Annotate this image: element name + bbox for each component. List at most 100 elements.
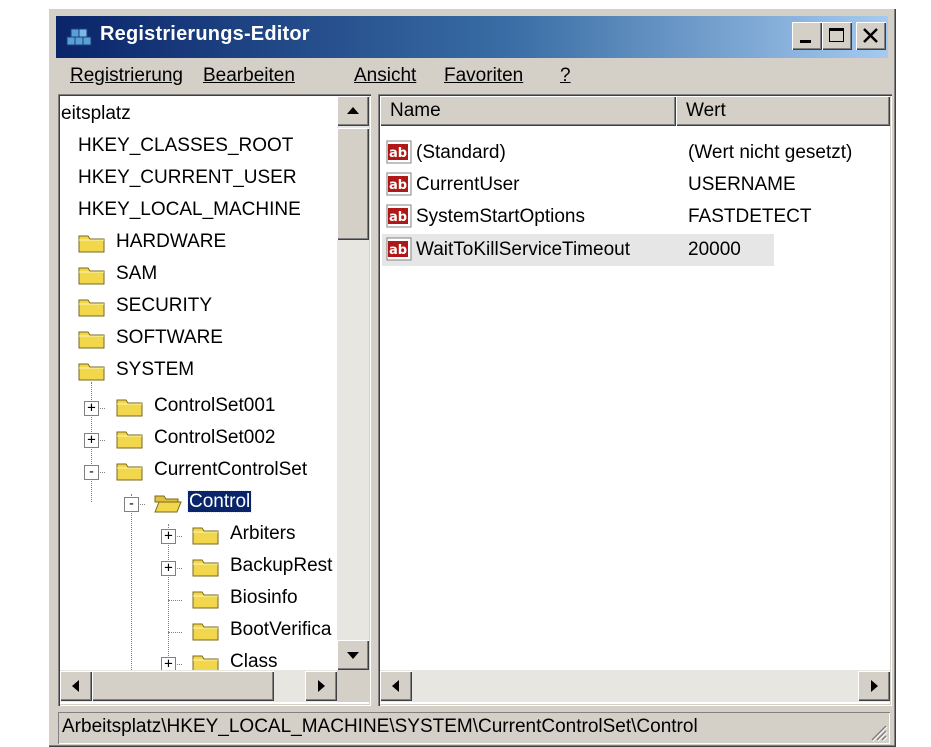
scroll-down-button[interactable] xyxy=(337,640,369,670)
menu-ansicht[interactable]: Ansicht xyxy=(354,65,416,87)
tree-item-arbeitsplatz[interactable]: eitsplatz xyxy=(61,102,131,126)
tree-guide-line xyxy=(168,632,182,633)
expand-toggle[interactable]: + xyxy=(84,400,99,416)
menu-registrierung[interactable]: Registrierung xyxy=(70,65,183,87)
collapse-toggle[interactable]: - xyxy=(84,464,99,480)
arrow-left-icon xyxy=(72,680,79,692)
list-row[interactable]: ab CurrentUser USERNAME xyxy=(382,170,888,200)
scroll-up-button[interactable] xyxy=(337,96,369,126)
svg-text:ab: ab xyxy=(389,210,407,225)
tree-item-backuprestore[interactable]: BackupRest xyxy=(230,554,332,578)
value-name: CurrentUser xyxy=(416,174,520,195)
maximize-button[interactable] xyxy=(822,22,852,50)
title-bar[interactable]: Registrierungs-Editor xyxy=(56,16,888,58)
tree-item-biosinfo[interactable]: Biosinfo xyxy=(230,586,298,610)
close-button[interactable] xyxy=(856,22,886,50)
tree-item-hkey-current-user[interactable]: HKEY_CURRENT_USER xyxy=(78,166,297,190)
list-row[interactable]: ab (Standard) (Wert nicht gesetzt) xyxy=(382,138,888,168)
svg-text:ab: ab xyxy=(389,178,407,193)
value-data: USERNAME xyxy=(688,174,796,195)
tree-vertical-scrollbar[interactable] xyxy=(337,96,369,670)
tree-item-security[interactable]: SECURITY xyxy=(116,294,212,318)
close-icon xyxy=(863,28,878,43)
tree-horizontal-scrollbar[interactable] xyxy=(60,670,337,702)
scroll-left-button[interactable] xyxy=(60,671,92,701)
tree-guide-line xyxy=(168,600,182,601)
plus-icon: + xyxy=(164,528,173,544)
list-row-highlighted[interactable]: ab WaitToKillServiceTimeout 20000 xyxy=(382,234,774,266)
folder-icon xyxy=(78,299,105,317)
scroll-right-button[interactable] xyxy=(858,671,890,701)
column-header-name[interactable]: Name xyxy=(380,96,676,126)
expand-toggle[interactable]: + xyxy=(84,432,99,448)
value-name: WaitToKillServiceTimeout xyxy=(416,239,630,260)
tree-item-hardware[interactable]: HARDWARE xyxy=(116,230,226,254)
list-row[interactable]: ab SystemStartOptions FASTDETECT xyxy=(382,202,888,232)
open-folder-icon xyxy=(154,495,182,513)
column-header-value[interactable]: Wert xyxy=(676,96,890,126)
tree-item-controlset002[interactable]: ControlSet002 xyxy=(154,426,275,450)
key-tree-pane[interactable]: eitsplatz HKEY_CLASSES_ROOT HKEY_CURRENT… xyxy=(58,94,371,706)
expand-toggle[interactable]: + xyxy=(161,528,176,544)
tree-item-bootverification[interactable]: BootVerifica xyxy=(230,618,331,642)
menu-help[interactable]: ? xyxy=(560,65,571,87)
tree-item-hkey-classes-root[interactable]: HKEY_CLASSES_ROOT xyxy=(78,134,293,158)
tree-item-control[interactable]: Control xyxy=(186,490,253,514)
resize-grip-icon[interactable] xyxy=(868,722,888,742)
value-data: FASTDETECT xyxy=(688,206,812,227)
string-value-icon: ab xyxy=(386,140,412,164)
menu-bar: Registrierung Bearbeiten Ansicht Favorit… xyxy=(56,62,888,94)
scrollbar-corner xyxy=(337,670,369,702)
tree-item-system[interactable]: SYSTEM xyxy=(116,358,194,382)
string-value-icon: ab xyxy=(386,237,412,261)
folder-icon xyxy=(78,267,105,285)
plus-icon: + xyxy=(87,432,96,448)
folder-icon xyxy=(116,431,143,449)
values-list-pane[interactable]: Name Wert ab (Standard) (Wert nicht gese… xyxy=(378,94,892,706)
scroll-left-button[interactable] xyxy=(380,671,412,701)
minus-icon: - xyxy=(127,496,136,512)
selected-label: Control xyxy=(186,490,253,513)
folder-icon xyxy=(116,399,143,417)
tree-item-currentcontrolset[interactable]: CurrentControlSet xyxy=(154,458,307,482)
maximize-icon xyxy=(829,28,844,42)
folder-icon xyxy=(78,331,105,349)
svg-text:ab: ab xyxy=(389,243,407,258)
status-path: Arbeitsplatz\HKEY_LOCAL_MACHINE\SYSTEM\C… xyxy=(62,716,698,737)
registry-editor-icon xyxy=(66,28,92,46)
status-bar: Arbeitsplatz\HKEY_LOCAL_MACHINE\SYSTEM\C… xyxy=(58,712,890,744)
folder-icon xyxy=(192,591,219,609)
tree-item-software[interactable]: SOFTWARE xyxy=(116,326,223,350)
tree-item-controlset001[interactable]: ControlSet001 xyxy=(154,394,275,418)
arrow-right-icon xyxy=(318,680,325,692)
value-data: 20000 xyxy=(688,239,741,260)
folder-icon xyxy=(78,235,105,253)
scroll-thumb[interactable] xyxy=(337,128,369,240)
string-value-icon: ab xyxy=(386,172,412,196)
arrow-down-icon xyxy=(347,652,359,659)
registry-editor-window: Registrierungs-Editor Registrierung Bear… xyxy=(48,8,896,747)
expand-toggle[interactable]: + xyxy=(161,560,176,576)
svg-text:ab: ab xyxy=(389,146,407,161)
plus-icon: + xyxy=(164,560,173,576)
menu-favoriten[interactable]: Favoriten xyxy=(444,65,523,87)
scroll-thumb[interactable] xyxy=(92,671,274,701)
scroll-right-button[interactable] xyxy=(305,671,337,701)
string-value-icon: ab xyxy=(386,204,412,228)
list-horizontal-scrollbar[interactable] xyxy=(380,670,890,702)
tree-item-arbiters[interactable]: Arbiters xyxy=(230,522,295,546)
collapse-toggle[interactable]: - xyxy=(124,496,139,512)
folder-icon xyxy=(116,463,143,481)
value-name: (Standard) xyxy=(416,142,506,163)
folder-icon xyxy=(192,559,219,577)
value-name: SystemStartOptions xyxy=(416,206,585,227)
minus-icon: - xyxy=(87,464,96,480)
folder-icon xyxy=(78,363,105,381)
minimize-button[interactable] xyxy=(792,22,822,50)
tree-item-hkey-local-machine[interactable]: HKEY_LOCAL_MACHINE xyxy=(78,198,301,222)
tree-item-sam[interactable]: SAM xyxy=(116,262,157,286)
value-data: (Wert nicht gesetzt) xyxy=(688,142,853,163)
menu-bearbeiten[interactable]: Bearbeiten xyxy=(203,65,295,87)
minimize-icon xyxy=(800,40,811,43)
window-title: Registrierungs-Editor xyxy=(100,23,310,45)
